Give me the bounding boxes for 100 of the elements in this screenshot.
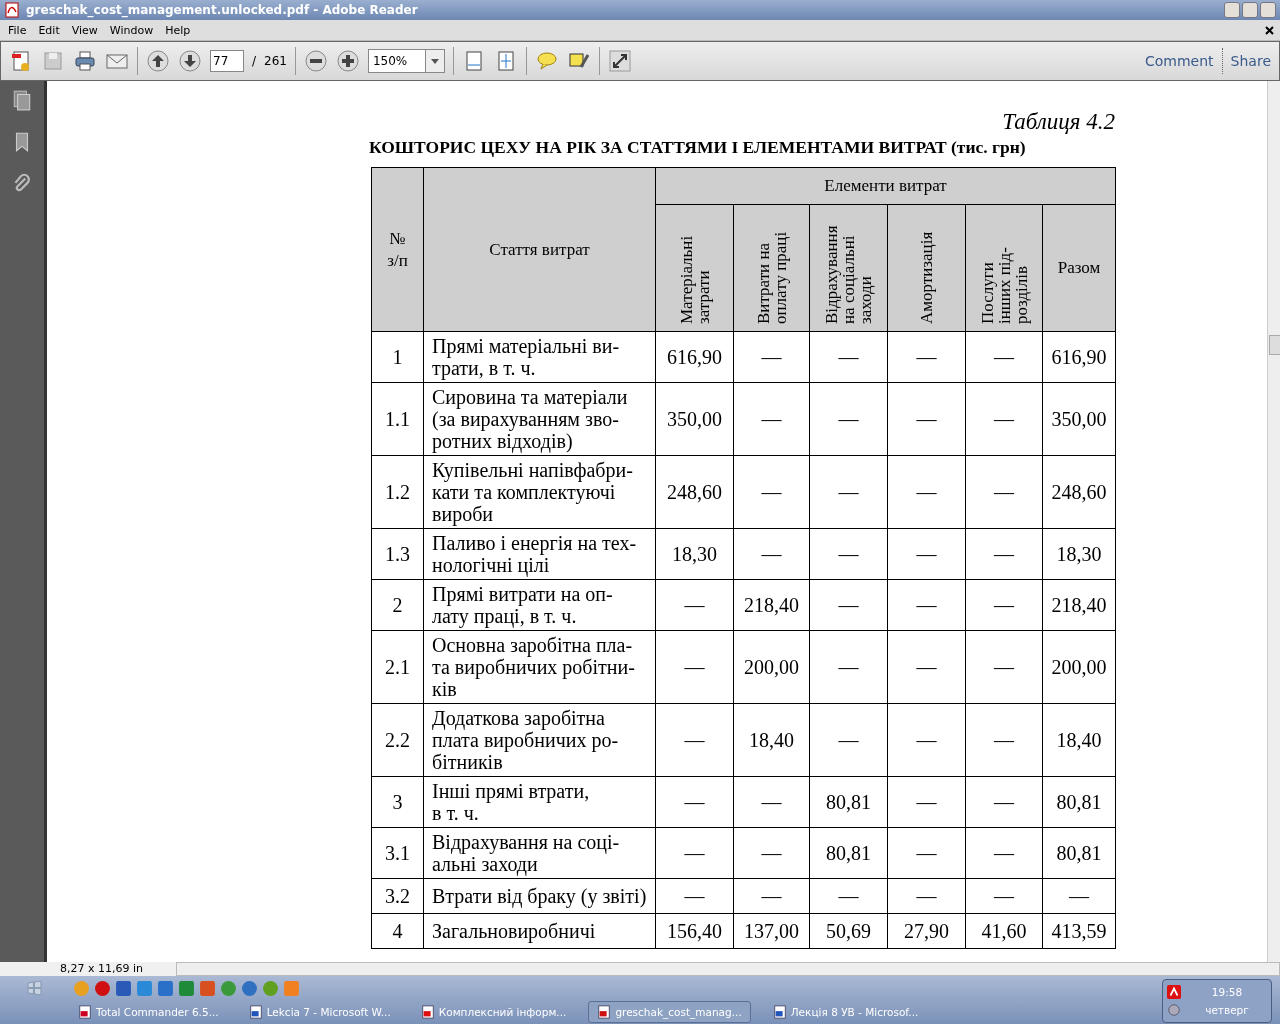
table-cell: —: [809, 703, 888, 777]
clock-day: четверг: [1205, 1004, 1249, 1016]
zoom-in-icon[interactable]: [335, 49, 360, 73]
menu-item[interactable]: File: [2, 23, 33, 37]
table-cell: —: [733, 827, 810, 879]
table-cell: —: [809, 455, 888, 529]
table-cell: —: [887, 528, 966, 580]
expand-arrows-icon[interactable]: [607, 49, 632, 73]
table-cell: Купівельні напівфабри- кати та комплектуючі вироби: [423, 455, 656, 529]
table-cell: 2: [371, 579, 424, 631]
table-cell: 27,90: [887, 913, 966, 949]
table-cell: —: [655, 703, 734, 777]
page-separator: /: [252, 54, 257, 68]
table-cell: 80,81: [1042, 827, 1116, 879]
app-icon: [248, 1005, 263, 1019]
table-cell: Паливо і енергія на тех- нологічні цілі: [423, 528, 656, 580]
table-cell: 156,40: [655, 913, 734, 949]
table-cell: 18,40: [1042, 703, 1116, 777]
save-icon[interactable]: [41, 49, 65, 73]
table-cell: —: [809, 528, 888, 580]
table-cell: —: [655, 878, 734, 914]
horizontal-scrollbar[interactable]: [176, 962, 1280, 976]
table-cell: —: [733, 878, 810, 914]
previous-page-icon[interactable]: [146, 49, 170, 73]
table-cell: 80,81: [809, 776, 888, 828]
vertical-scrollbar[interactable]: [1267, 81, 1280, 962]
table-header: Послуги інших під- розділів: [965, 204, 1043, 332]
table-cell: —: [809, 579, 888, 631]
table-cell: —: [733, 528, 810, 580]
zoom-dropdown[interactable]: 150%: [367, 49, 445, 73]
zoom-out-icon[interactable]: [303, 49, 328, 73]
app-icon: [78, 1005, 92, 1019]
table-cell: —: [887, 703, 966, 777]
table-cell: —: [887, 878, 966, 914]
app-launcher-icon[interactable]: [94, 979, 111, 997]
menu-item[interactable]: Edit: [32, 23, 66, 37]
table-cell: —: [965, 630, 1043, 704]
app-launcher-icon[interactable]: [115, 979, 132, 997]
table-cell: 137,00: [733, 913, 810, 949]
app-launcher-icon[interactable]: [262, 979, 279, 997]
next-page-icon[interactable]: [178, 49, 202, 73]
table-cell: 350,00: [1042, 382, 1116, 456]
table-header: Стаття витрат: [423, 167, 656, 332]
table-cell: —: [809, 331, 888, 383]
table-cell: —: [887, 579, 966, 631]
restore-button[interactable]: [1242, 2, 1258, 18]
table-cell: 1.3: [371, 528, 424, 580]
table-cell: —: [1042, 878, 1116, 914]
app-launcher-icon[interactable]: [241, 979, 258, 997]
table-cell: —: [887, 331, 966, 383]
app-launcher-icon[interactable]: [157, 979, 174, 997]
table-header: Відрахування на соціальні заходи: [809, 204, 888, 332]
table-cell: 18,30: [655, 528, 734, 580]
table-cell: 1: [371, 331, 424, 383]
share-link[interactable]: Share: [1230, 53, 1271, 69]
close-button[interactable]: [1260, 2, 1276, 18]
table-header: Матеріальні затрати: [655, 204, 734, 332]
table-heading: КОШТОРИС ЦЕХУ НА РІК ЗА СТАТТЯМИ І ЕЛЕМЕНТАМИ ВИТРАТ (тис. грн): [369, 136, 1027, 159]
table-cell: Інші прямі втрати, в т. ч.: [423, 776, 656, 828]
table-cell: 1.2: [371, 455, 424, 529]
page-size-label: 8,27 x 11,69 in: [0, 962, 176, 976]
table-cell: 18,40: [733, 703, 810, 777]
table-cell: —: [965, 579, 1043, 631]
app-launcher-icon[interactable]: [199, 979, 216, 997]
table-cell: —: [965, 878, 1043, 914]
print-icon[interactable]: [73, 49, 97, 73]
table-cell: —: [733, 455, 810, 529]
table-cell: Загальновиробничі: [423, 913, 656, 949]
menu-item[interactable]: Help: [159, 23, 197, 37]
table-cell: 2.2: [371, 703, 424, 777]
table-cell: 248,60: [655, 455, 734, 529]
page-count: 261: [264, 54, 287, 68]
table-cell: —: [965, 827, 1043, 879]
table-header: Витрати на оплату праці: [733, 204, 810, 332]
table-cell: —: [887, 776, 966, 828]
app-launcher-icon[interactable]: [136, 979, 153, 997]
menu-item[interactable]: View: [65, 23, 104, 37]
windows-logo-icon[interactable]: [26, 979, 43, 997]
app-launcher-icon[interactable]: [178, 979, 195, 997]
table-cell: —: [655, 579, 734, 631]
table-cell: 80,81: [809, 827, 888, 879]
table-cell: Прямі матеріальні ви- трати, в т. ч.: [423, 331, 656, 383]
comment-link[interactable]: Comment: [1145, 53, 1214, 69]
table-cell: —: [965, 382, 1043, 456]
table-cell: Втрати від браку (у звіті): [423, 878, 656, 914]
pages-icon[interactable]: [11, 89, 33, 111]
table-cell: —: [655, 827, 734, 879]
table-cell: 4: [371, 913, 424, 949]
table-cell: —: [733, 382, 810, 456]
minimize-button[interactable]: [1224, 2, 1240, 18]
page-number-field[interactable]: 77: [210, 50, 244, 72]
table-cell: —: [887, 382, 966, 456]
table-cell: Відрахування на соці- альні заходи: [423, 827, 656, 879]
table-cell: 200,00: [1042, 630, 1116, 704]
menu-item[interactable]: Window: [103, 23, 160, 37]
app-launcher-icon[interactable]: [220, 979, 237, 997]
table-cell: Основна заробітна пла- та виробничих робітни- ків: [423, 630, 656, 704]
table-cell: 80,81: [1042, 776, 1116, 828]
comment-bubble-icon[interactable]: [534, 49, 559, 73]
table-cell: —: [965, 455, 1043, 529]
